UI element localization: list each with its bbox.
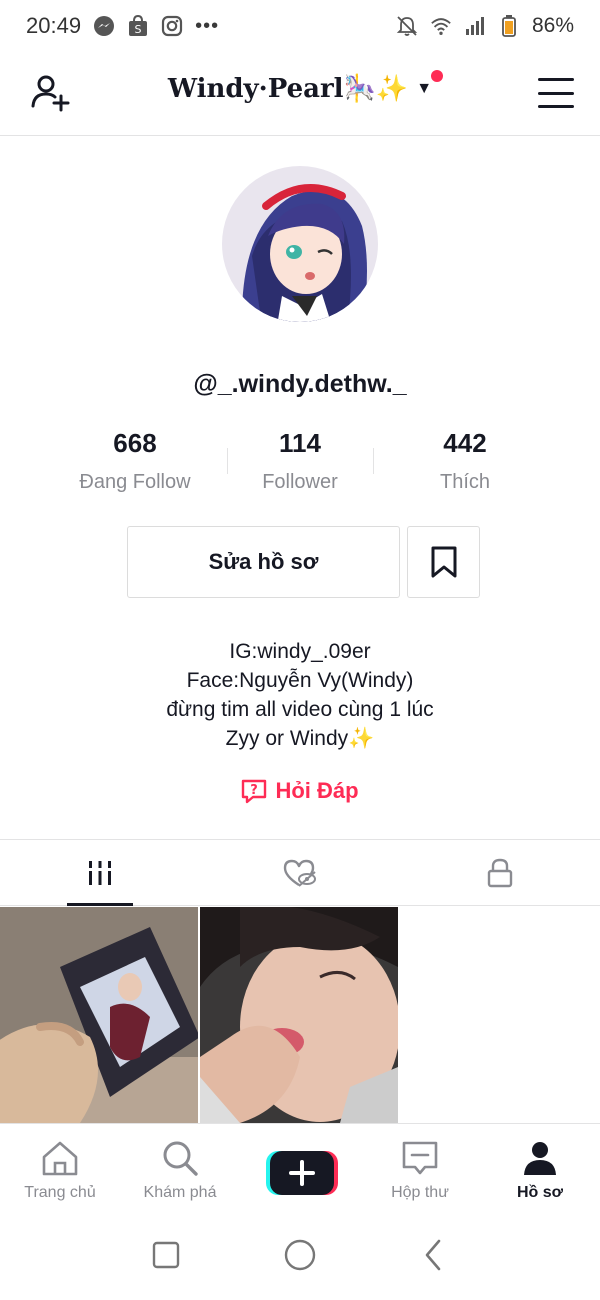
stat-label: Đang Follow [79,471,191,493]
inbox-icon [400,1138,440,1178]
back-arrow-icon [425,1239,441,1271]
status-bar: 20:49 S ••• 86% [0,0,600,52]
stat-divider [373,448,374,474]
stat-value: 114 [279,428,321,458]
question-chat-icon: ? [242,779,267,804]
recents-icon [152,1241,180,1269]
home-button[interactable] [283,1238,317,1277]
profile-icon [520,1138,560,1178]
bio-line: Face:Nguyễn Vy(Windy) [186,669,414,692]
mute-icon [396,15,418,37]
nav-discover[interactable]: Khám phá [120,1124,240,1215]
signal-icon [464,15,486,37]
status-time: 20:49 [26,13,82,38]
tab-private[interactable] [400,840,600,906]
nav-label: Hồ sơ [516,1183,564,1201]
hamburger-line [538,78,574,81]
avatar-image [222,166,378,322]
bio-line: đừng tim all video cùng 1 lúc [166,698,434,721]
nav-label: Trang chủ [24,1183,96,1201]
stat-label: Follower [262,471,338,493]
video-thumbnail[interactable] [200,907,398,1123]
shopee-icon: S [127,15,149,37]
content-tabs [0,839,600,906]
bookmark-icon [431,546,456,578]
search-icon [160,1138,200,1178]
edit-profile-button[interactable]: Sửa hồ sơ [127,526,400,598]
instagram-icon [161,15,183,37]
stat-value: 442 [443,428,487,458]
tab-videos[interactable] [0,840,200,906]
messenger-icon [93,15,115,37]
plus-icon [266,1150,338,1195]
notification-dot [431,70,443,82]
nav-home[interactable]: Trang chủ [0,1124,120,1215]
battery-percent: 86% [531,14,574,37]
stat-label: Thích [439,471,491,493]
stat-likes: 442 Thích [390,428,540,494]
stat-value: 668 [113,428,157,458]
username: @_.windy.dethw._ [193,370,407,398]
menu-button[interactable] [538,78,574,108]
video-thumbnail-image [200,907,398,1123]
system-navigation [0,1215,600,1300]
nav-create[interactable] [240,1124,360,1215]
wifi-icon [430,15,452,37]
nav-profile[interactable]: Hồ sơ [480,1124,600,1215]
favorites-button[interactable] [407,526,480,598]
bio: IG:windy_.09er Face:Nguyễn Vy(Windy) đừn… [0,637,600,753]
bio-line: Zyy or Windy✨ [225,727,375,750]
bio-line: IG:windy_.09er [229,640,371,663]
video-grid [0,907,600,1123]
status-bar-left: 20:49 S ••• [26,13,219,39]
tab-liked[interactable] [200,840,400,906]
stat-followers[interactable]: 114 Follower [225,428,375,494]
recents-button[interactable] [151,1240,181,1275]
video-thumbnail-image [0,907,198,1123]
back-button[interactable] [419,1238,449,1277]
account-switcher[interactable]: Windy·Pearl🎠✨ ▼ [0,74,600,104]
svg-text:S: S [135,23,142,36]
nav-label: Khám phá [143,1183,217,1201]
stat-divider [227,448,228,474]
hamburger-line [538,91,574,95]
grid-icon [89,861,111,885]
avatar[interactable] [222,166,378,322]
stat-following[interactable]: 668 Đang Follow [60,428,210,494]
more-dots-icon: ••• [195,14,220,37]
caret-down-icon: ▼ [416,80,433,97]
active-tab-indicator [67,903,133,906]
qa-label: Hỏi Đáp [275,778,359,803]
status-bar-right: 86% [396,14,574,38]
nav-inbox[interactable]: Hộp thư [360,1124,480,1215]
create-button [266,1149,338,1195]
profile-header: Windy·Pearl🎠✨ ▼ [0,52,600,136]
battery-icon [498,15,520,37]
hamburger-line [538,105,574,108]
qa-button[interactable]: ? Hỏi Đáp [0,778,600,804]
bottom-nav: Trang chủ Khám phá Hộp thư Hồ sơ [0,1123,600,1215]
lock-icon [487,858,513,888]
home-icon [40,1138,80,1178]
hidden-heart-icon [283,859,316,887]
svg-text:?: ? [251,783,259,798]
home-circle-icon [284,1239,316,1271]
nav-label: Hộp thư [391,1183,449,1201]
display-name: Windy·Pearl🎠✨ [167,74,409,104]
video-thumbnail[interactable] [0,907,198,1123]
profile-stats: 668 Đang Follow 114 Follower 442 Thích [60,428,540,494]
